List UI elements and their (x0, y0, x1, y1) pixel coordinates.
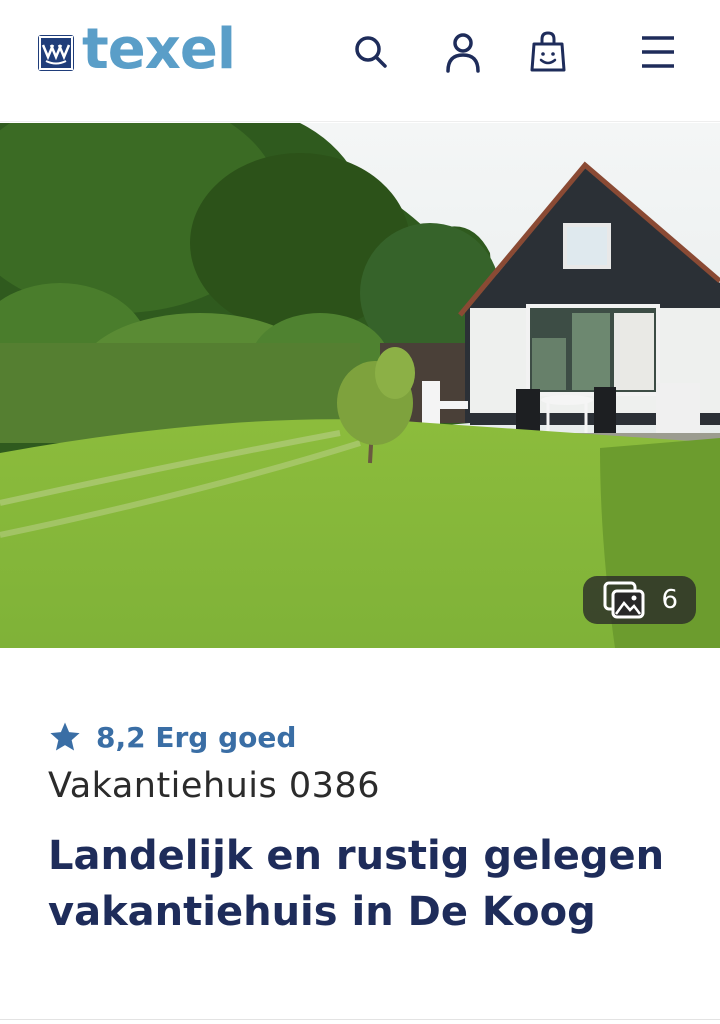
search-button[interactable] (349, 28, 393, 76)
menu-button[interactable] (636, 28, 680, 76)
account-button[interactable] (441, 28, 485, 76)
listing-details: 8,2 Erg goed Vakantiehuis 0386 Landelijk… (0, 648, 720, 1024)
listing-title: Landelijk en rustig gelegen vakantiehuis… (48, 833, 665, 935)
cart-button[interactable] (526, 28, 570, 76)
user-icon (446, 33, 480, 73)
photo-count-text: 6 (661, 585, 678, 615)
star-icon (50, 722, 80, 751)
photo-count-button[interactable]: 6 (583, 576, 696, 624)
menu-icon (642, 36, 674, 68)
holiday-house-photo (0, 123, 720, 648)
logo-text: texel (82, 17, 236, 82)
search-icon (355, 36, 387, 68)
shopping-bag-icon (530, 31, 566, 72)
divider (0, 1019, 720, 1020)
gallery-icon (603, 581, 645, 619)
texel-logo[interactable]: texel (38, 17, 236, 82)
listing-photo[interactable]: 6 (0, 123, 720, 648)
accommodation-type: Vakantiehuis 0386 (48, 766, 380, 806)
vvv-badge-icon (38, 35, 74, 71)
rating-text: 8,2 Erg goed (96, 720, 297, 754)
rating: 8,2 Erg goed (48, 720, 296, 754)
site-header: texel (0, 0, 720, 122)
